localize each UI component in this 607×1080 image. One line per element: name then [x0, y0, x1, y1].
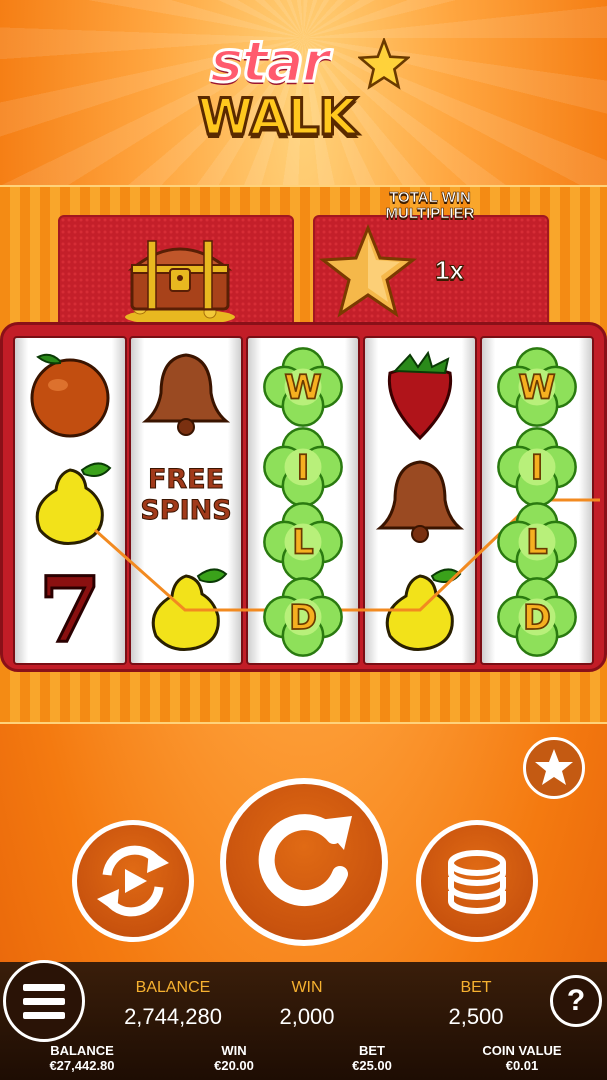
wild-clover-i-icon: I [497, 427, 577, 507]
balance-value: 2,744,280 [124, 1004, 222, 1029]
info-bet-label: BET [359, 1043, 385, 1058]
balance-label: BALANCE [135, 979, 211, 996]
logo-walk-text: WALK [196, 87, 358, 148]
logo-star-icon [358, 38, 410, 90]
strawberry-symbol-icon [387, 350, 453, 441]
info-bet-value: €25.00 [352, 1058, 392, 1073]
menu-button[interactable] [3, 960, 85, 1042]
wild-clover-i-icon: I [263, 427, 343, 507]
bonus-chest-panel [58, 215, 294, 327]
multiplier-star-icon [318, 223, 418, 318]
menu-icon-bar [23, 998, 65, 1005]
free-spins-symbol: FREE SPINS [136, 456, 236, 556]
info-coin-value: €0.01 [505, 1058, 539, 1073]
wild-clover-d-icon: D [497, 577, 577, 657]
autoplay-button[interactable] [72, 820, 194, 942]
wild-letter: I [531, 448, 544, 487]
spins-text: SPINS [140, 495, 232, 527]
reel-1: 7 [13, 336, 127, 665]
pear-symbol-icon [35, 462, 112, 545]
win-label: WIN [291, 979, 323, 996]
menu-icon-bar [23, 1012, 65, 1019]
spin-button[interactable] [220, 778, 388, 946]
bet-label: BET [460, 979, 492, 996]
info-coin-value-label: COIN VALUE [482, 1043, 562, 1058]
orange-symbol-icon [30, 353, 110, 438]
logo-star-text: star [209, 29, 331, 97]
pear-symbol-icon [151, 568, 228, 651]
reel-2: FREE SPINS [129, 336, 243, 665]
reel-4 [363, 336, 477, 665]
favorites-star-button[interactable] [523, 737, 585, 799]
spin-arrow-icon [258, 814, 352, 907]
help-button[interactable]: ? [550, 975, 602, 1027]
bell-symbol-icon [141, 353, 231, 436]
wild-clover-l-icon: L [263, 502, 343, 582]
wild-clover-w-icon: W [497, 347, 577, 427]
multiplier-value: 1x [435, 255, 465, 286]
info-balance-label: BALANCE [50, 1043, 114, 1058]
wild-letter: L [526, 523, 547, 562]
free-text: FREE [147, 464, 225, 496]
wild-letter: D [523, 598, 551, 637]
win-value: 2,000 [279, 1004, 335, 1029]
multiplier-panel: 1x [313, 215, 549, 327]
wild-clover-d-icon: D [263, 577, 343, 657]
bell-symbol-icon [375, 460, 465, 543]
star-icon [535, 749, 573, 785]
info-win-label: WIN [221, 1043, 247, 1058]
game-logo: star WALK [180, 20, 430, 148]
autoplay-icon [97, 845, 169, 917]
wild-letter: W [284, 368, 321, 407]
coins-stack-icon [448, 850, 506, 914]
wild-letter: L [292, 523, 313, 562]
bet-coins-button[interactable] [416, 820, 538, 942]
svg-text:7: 7 [39, 557, 102, 656]
wild-clover-l-icon: L [497, 502, 577, 582]
wild-clover-w-icon: W [263, 347, 343, 427]
wild-letter: W [518, 368, 555, 407]
multiplier-title: TOTAL WIN MULTIPLIER [385, 189, 475, 222]
seven-symbol-icon: 7 [37, 556, 103, 656]
menu-icon-bar [23, 984, 65, 991]
info-win-value: €20.00 [214, 1058, 254, 1073]
bet-value: 2,500 [448, 1004, 504, 1029]
info-balance-value: €27,442.80 [49, 1058, 115, 1073]
pear-symbol-icon [385, 568, 462, 651]
treasure-chest-icon [125, 240, 235, 325]
wild-letter: I [297, 448, 310, 487]
wild-letter: D [289, 598, 317, 637]
